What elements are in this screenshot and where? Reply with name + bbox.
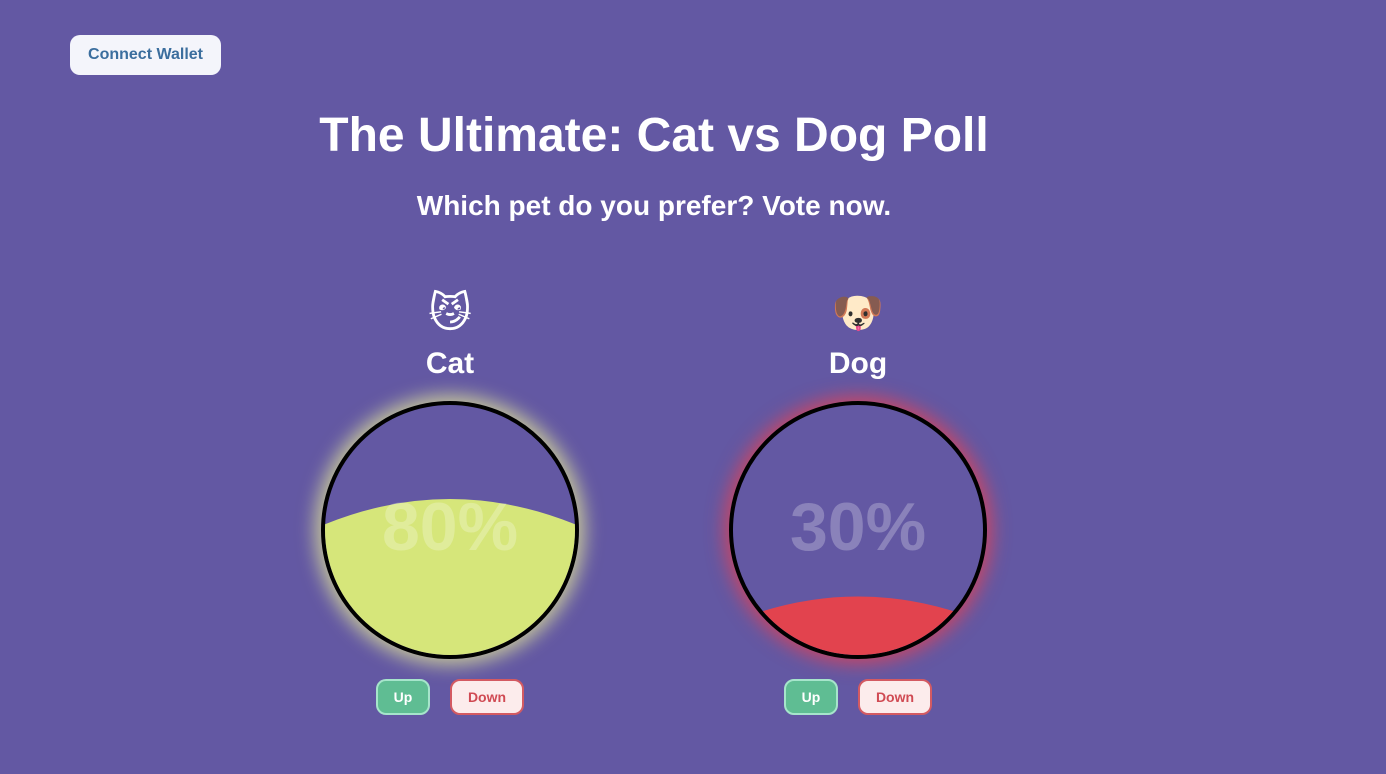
dog-emoji-icon: 🐶 xyxy=(831,289,885,336)
vote-gauge: 80% xyxy=(321,401,579,659)
vote-button-row: Up Down xyxy=(319,679,581,715)
vote-gauge: 30% xyxy=(729,401,987,659)
connect-wallet-button[interactable]: Connect Wallet xyxy=(70,35,221,75)
vote-up-button[interactable]: Up xyxy=(784,679,838,715)
candidate-card-dog: 🐶 Dog 30% Up Down xyxy=(727,282,989,722)
vote-up-button[interactable]: Up xyxy=(376,679,430,715)
page-title: The Ultimate: Cat vs Dog Poll xyxy=(319,109,989,162)
gauge-percent-label: 80% xyxy=(381,489,519,565)
candidate-card-cat: 😼 Cat 80% Up Down xyxy=(319,282,581,722)
vote-down-button[interactable]: Down xyxy=(450,679,524,715)
page-subtitle: Which pet do you prefer? Vote now. xyxy=(416,190,892,221)
candidate-name: Cat xyxy=(425,347,475,380)
cat-emoji-icon: 😼 xyxy=(428,289,472,336)
vote-button-row: Up Down xyxy=(727,679,989,715)
gauge-percent-label: 30% xyxy=(789,489,927,565)
candidate-name: Dog xyxy=(828,347,888,380)
vote-down-button[interactable]: Down xyxy=(858,679,932,715)
